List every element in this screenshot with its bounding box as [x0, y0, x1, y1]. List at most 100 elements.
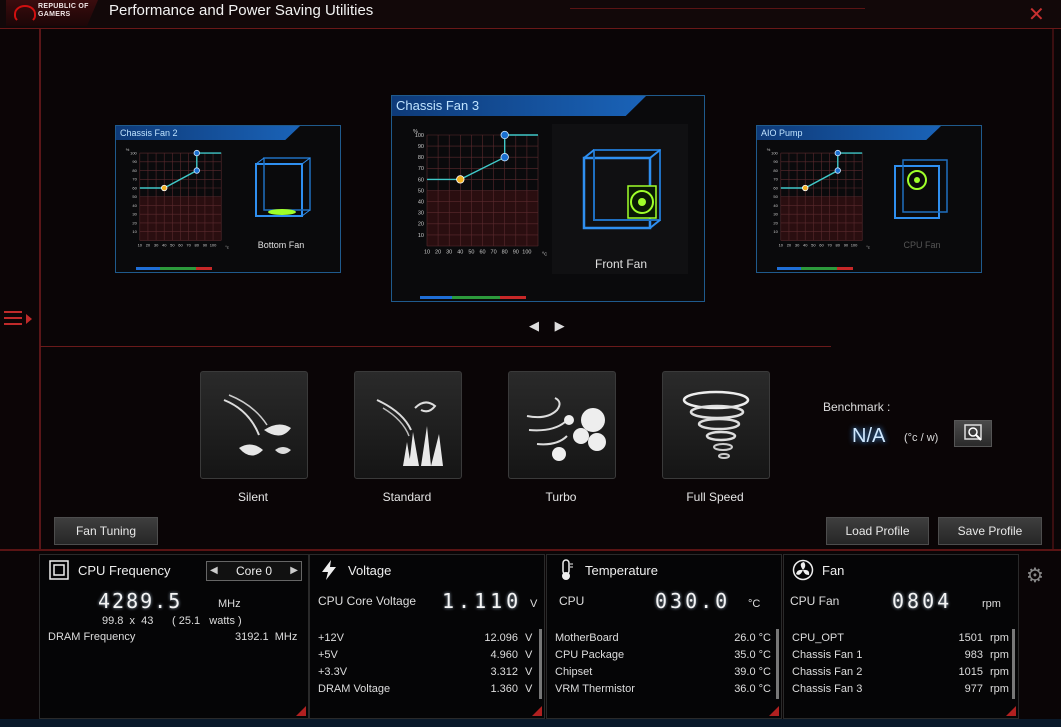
sensor-name: VRM Thermistor — [555, 683, 635, 695]
benchmark-unit: (°c / w) — [904, 432, 939, 444]
y-tick-label: 50 — [132, 194, 137, 199]
sensor-name: Chassis Fan 1 — [792, 649, 863, 661]
y-tick-label: 100 — [415, 133, 424, 139]
curve-point-handle[interactable] — [161, 184, 168, 192]
x-unit-label: °c — [542, 252, 547, 258]
x-tick-label: 10 — [424, 250, 430, 256]
panel-resize-corner[interactable] — [1006, 706, 1016, 716]
sensor-name: +5V — [318, 649, 338, 661]
fan-card-chassis-fan-2[interactable]: Chassis Fan 2 % 100 90 80 70 60 50 40 30 20 10 10 20… — [115, 125, 341, 273]
core-next-icon[interactable]: ▶ — [290, 562, 298, 580]
save-profile-button[interactable]: Save Profile — [938, 517, 1042, 545]
lightning-icon — [322, 560, 336, 580]
cpu-core-voltage-label: CPU Core Voltage — [318, 594, 417, 608]
sensor-value: 1501 — [958, 632, 983, 644]
fan-scrollbar[interactable] — [1012, 629, 1015, 699]
menu-toggle-icon[interactable] — [4, 309, 34, 329]
title-bar: REPUBLIC OF GAMERS Performance and Power… — [0, 0, 1061, 29]
core-selector[interactable]: ◀ Core 0 ▶ — [206, 561, 302, 581]
cpu-fan-label: CPU Fan — [790, 594, 840, 608]
bottom-divider — [0, 549, 1061, 551]
curve-point-handle[interactable] — [834, 149, 841, 157]
x-tick-label: 10 — [138, 242, 143, 247]
cpu-frequency-value: 4289.5 — [98, 589, 183, 613]
x-tick-label: 60 — [178, 242, 183, 247]
mode-turbo-button[interactable] — [508, 371, 616, 479]
x-unit-label: °c — [866, 244, 870, 249]
y-tick-label: 10 — [773, 229, 778, 234]
voltage-scrollbar[interactable] — [539, 629, 542, 699]
curve-point-handle[interactable] — [500, 153, 509, 162]
prev-arrow-icon[interactable]: ◀ — [529, 318, 539, 333]
sensor-name: Chassis Fan 3 — [792, 683, 863, 695]
voltage-title: Voltage — [348, 563, 392, 578]
cpu-temperature-value: 030.0 — [655, 589, 731, 613]
mode-standard-button[interactable] — [354, 371, 462, 479]
fan-card-label: Front Fan — [594, 257, 648, 271]
logo-text-line2: GAMERS — [38, 11, 71, 18]
y-tick-label: 90 — [132, 159, 137, 164]
panel-resize-corner[interactable] — [769, 706, 779, 716]
curve-point-handle[interactable] — [802, 184, 809, 192]
temperature-scrollbar[interactable] — [776, 629, 779, 699]
panel-resize-corner[interactable] — [532, 706, 542, 716]
section-divider — [40, 346, 831, 347]
chassis-front-fan-icon — [582, 149, 661, 230]
mode-silent-label: Silent — [237, 490, 269, 504]
sensor-name: CPU_OPT — [792, 632, 844, 644]
next-arrow-icon[interactable]: ▶ — [555, 318, 565, 333]
y-tick-label: 50 — [418, 188, 424, 194]
left-rail — [0, 29, 41, 549]
close-icon[interactable]: ✕ — [1028, 2, 1045, 27]
fan-tuning-button[interactable]: Fan Tuning — [54, 517, 158, 545]
fan-card-title: Chassis Fan 2 — [116, 126, 300, 140]
mode-turbo-label: Turbo — [545, 490, 577, 504]
cpu-chip-icon — [49, 560, 69, 580]
curve-point-handle[interactable] — [193, 149, 200, 157]
settings-gear-icon[interactable]: ⚙ — [1026, 563, 1044, 588]
curve-point-handle[interactable] — [500, 130, 509, 140]
load-profile-button[interactable]: Load Profile — [826, 517, 929, 545]
logo-text-line1: REPUBLIC OF — [38, 3, 89, 10]
fan-curve-chart[interactable]: %10090807060504030201010 20 30 40 50 60 70 80 90… — [120, 146, 230, 264]
curve-point-handle[interactable] — [456, 175, 465, 184]
x-tick-label: 60 — [479, 250, 485, 256]
y-tick-label: 100 — [130, 150, 137, 155]
y-tick-label: 60 — [132, 185, 137, 190]
fan-title: Fan — [822, 563, 845, 578]
y-tick-label: 40 — [773, 203, 778, 208]
core-prev-icon[interactable]: ◀ — [210, 562, 218, 580]
y-tick-label: 40 — [132, 203, 137, 208]
fan-curve-chart[interactable]: %10090807060504030201010 20 30 40 50 60 70 80 90… — [400, 126, 550, 276]
curve-point-handle[interactable] — [834, 167, 841, 174]
panel-resize-corner[interactable] — [296, 706, 306, 716]
y-tick-label: 30 — [418, 211, 424, 217]
x-tick-label: 70 — [491, 250, 497, 256]
sensor-name: MotherBoard — [555, 632, 619, 644]
mode-full-speed-label: Full Speed — [686, 490, 744, 504]
turbo-wind-icon — [526, 397, 606, 461]
x-tick-label: 20 — [787, 242, 792, 247]
chassis-cpu-fan-icon — [894, 159, 948, 219]
curve-point-handle[interactable] — [193, 167, 200, 174]
fan-card-chassis-fan-3[interactable]: Chassis Fan 3 % 100 90 80 70 60 50 40 30 20 10 10 20… — [391, 95, 705, 302]
mode-full-speed-button[interactable] — [662, 371, 770, 479]
temperature-title: Temperature — [585, 563, 658, 578]
sensor-unit: V — [525, 632, 533, 644]
dram-frequency-value: 3192.1 MHz — [235, 631, 298, 643]
fan-curve-chart[interactable]: %10090807060504030201010 20 30 40 50 60 70 80 90… — [761, 146, 871, 264]
y-tick-label: 70 — [418, 166, 424, 172]
y-tick-label: 20 — [418, 222, 424, 228]
mode-silent-button[interactable] — [200, 371, 308, 479]
benchmark-run-button[interactable] — [954, 420, 992, 447]
x-tick-label: 50 — [468, 250, 474, 256]
x-tick-label: 20 — [435, 250, 441, 256]
y-tick-label: 80 — [132, 168, 137, 173]
y-tick-label: 40 — [418, 200, 424, 206]
fan-card-label: Bottom Fan — [257, 240, 305, 250]
x-tick-label: 80 — [502, 250, 508, 256]
fan-panel: Fan CPU Fan 0804 rpm CPU_OPT 1501 rpm Chass… — [783, 554, 1019, 719]
cpu-temperature-label: CPU — [559, 594, 585, 608]
fan-card-aio-pump[interactable]: AIO Pump % 100 90 80 70 60 50 40 30 20 10 10 20 30 40 5… — [756, 125, 982, 273]
cpu-fan-unit: rpm — [982, 598, 1001, 610]
